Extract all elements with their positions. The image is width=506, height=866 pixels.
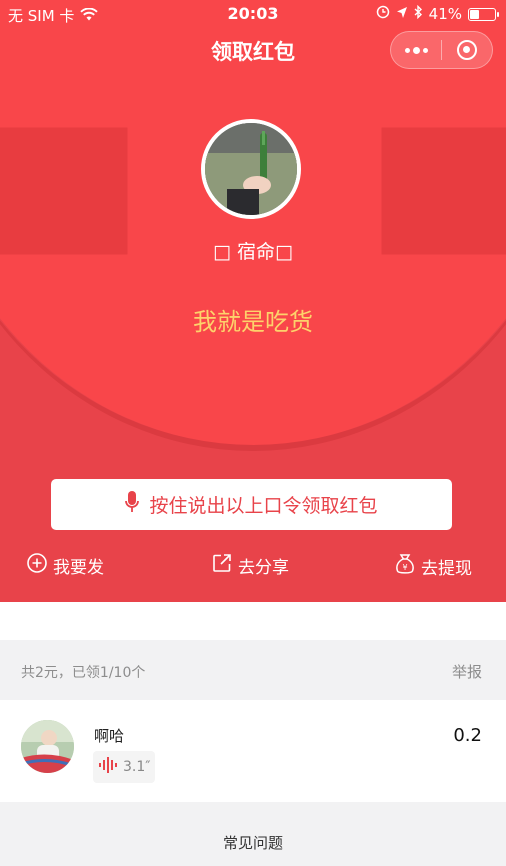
plus-circle-icon [27, 553, 47, 578]
action-row: 我要发 去分享 ¥ 去提现 [0, 553, 506, 581]
withdraw-button[interactable]: ¥ 去提现 [395, 553, 472, 580]
voice-playback-button[interactable]: 3.1″ [93, 751, 155, 783]
hold-button-label: 按住说出以上口令领取红包 [149, 495, 378, 517]
claimer-avatar [21, 720, 74, 773]
status-bar: 无 SIM 卡 20:03 41% [0, 0, 506, 28]
share-button[interactable]: 去分享 [212, 553, 289, 578]
faq-bar: 常见问题 [0, 802, 506, 866]
sender-nickname: □ 宿命□ [213, 241, 293, 263]
battery-percent: 41% [428, 5, 462, 23]
mini-program-capsule [390, 31, 493, 69]
status-right: 41% [376, 4, 499, 23]
alarm-icon [376, 5, 390, 23]
money-bag-icon: ¥ [395, 553, 415, 580]
claimer-name: 啊哈 [94, 727, 125, 745]
more-dots-icon [404, 46, 428, 54]
send-packet-label: 我要发 [53, 558, 104, 578]
more-button[interactable] [391, 32, 441, 68]
hold-to-speak-button[interactable]: 按住说出以上口令领取红包 [51, 479, 452, 530]
microphone-icon [125, 491, 140, 518]
battery-fill [470, 9, 480, 19]
packet-summary-bar: 共2元，已领1/10个 举报 [0, 640, 506, 700]
close-button[interactable] [442, 32, 492, 68]
voice-duration: 3.1″ [123, 759, 151, 775]
claimed-amount: 0.2 [453, 725, 482, 746]
faq-link[interactable]: 常见问题 [0, 832, 506, 853]
svg-text:¥: ¥ [402, 563, 407, 572]
share-icon [212, 553, 232, 578]
sender-avatar [201, 119, 301, 219]
red-packet-header: 无 SIM 卡 20:03 41% 领取红包 □ 宿命□ 我就是吃货 按住说出以… [0, 0, 506, 602]
share-label: 去分享 [238, 558, 289, 578]
claim-record-row: 啊哈 0.2 3.1″ [0, 700, 506, 802]
send-packet-button[interactable]: 我要发 [27, 553, 104, 578]
report-link[interactable]: 举报 [452, 661, 482, 682]
battery-icon [468, 7, 499, 21]
location-icon [396, 5, 408, 23]
voice-wave-icon [99, 757, 117, 777]
bluetooth-icon [414, 4, 423, 23]
target-close-icon [457, 40, 477, 60]
packet-summary-text: 共2元，已领1/10个 [21, 665, 146, 681]
withdraw-label: 去提现 [421, 559, 472, 579]
voice-password-message: 我就是吃货 [193, 308, 313, 336]
